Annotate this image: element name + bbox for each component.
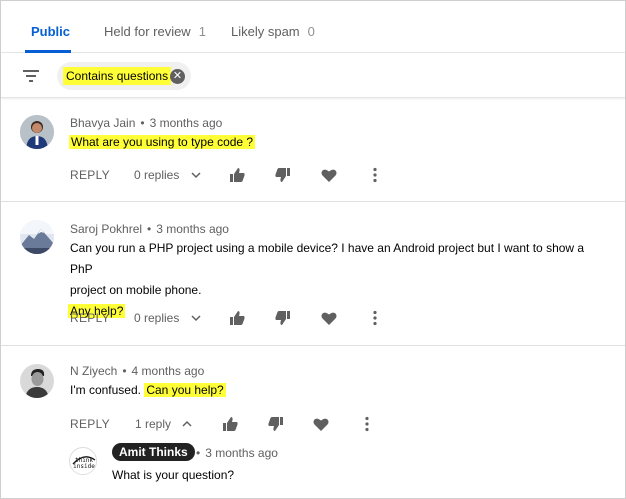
tab-spam-label: Likely spam — [231, 24, 300, 39]
replies-toggle[interactable]: 0 replies — [134, 311, 201, 325]
comments-panel: Public Held for review 1 Likely spam 0 Con… — [0, 0, 626, 499]
tab-likely-spam[interactable]: Likely spam 0 — [231, 1, 315, 53]
filter-icon[interactable] — [23, 69, 39, 83]
filter-bar: Contains questions ✕ — [1, 54, 625, 98]
tab-held-count: 1 — [198, 24, 206, 39]
svg-text:inside: inside — [73, 463, 95, 470]
avatar — [20, 364, 54, 398]
comment-actions: REPLY 0 replies — [70, 166, 390, 188]
replies-toggle[interactable]: 0 replies — [134, 168, 201, 182]
tab-held-label: Held for review — [104, 24, 191, 39]
filter-chip-label: Contains questions — [63, 67, 172, 85]
tab-public-label: Public — [31, 24, 71, 39]
comment-time[interactable]: 3 months ago — [156, 222, 229, 236]
avatar — [20, 220, 54, 254]
comment-text-line: project on mobile phone. — [70, 283, 202, 297]
comment-time[interactable]: 4 months ago — [132, 364, 205, 378]
like-icon[interactable] — [228, 309, 246, 327]
comment-time[interactable]: 3 months ago — [150, 116, 223, 130]
comment-text: What are you using to type code ? — [69, 132, 256, 153]
filter-chip[interactable]: Contains questions ✕ — [57, 62, 191, 90]
reply-text: What is your question? — [112, 468, 235, 482]
replies-count: 1 reply — [135, 417, 172, 431]
comment-meta: N Ziyech • 4 months ago — [70, 364, 205, 378]
replies-count: 0 replies — [134, 311, 180, 325]
reply-item: think inside Amit Thinks • 3 months ago W… — [1, 439, 625, 495]
reply-time[interactable]: 3 months ago — [205, 446, 278, 460]
active-tab-indicator — [25, 50, 71, 53]
comment-item: Saroj Pokhrel • 3 months ago Can you run a… — [1, 202, 625, 345]
comment-meta: Bhavya Jain • 3 months ago — [70, 116, 223, 130]
comment-text-highlight: Can you help? — [144, 383, 226, 397]
comment-author[interactable]: N Ziyech — [70, 364, 117, 378]
tab-held-for-review[interactable]: Held for review 1 — [104, 1, 206, 53]
close-circle-icon[interactable]: ✕ — [170, 69, 185, 84]
comment-text: I'm confused. Can you help? — [70, 380, 226, 401]
reply-button[interactable]: REPLY — [70, 168, 110, 182]
replies-count: 0 replies — [134, 168, 180, 182]
dislike-icon[interactable] — [267, 415, 285, 433]
chevron-down-icon — [191, 172, 201, 179]
more-options-icon[interactable] — [358, 415, 376, 433]
tab-bar: Public Held for review 1 Likely spam 0 — [1, 1, 625, 53]
heart-icon[interactable] — [320, 309, 338, 327]
tab-public[interactable]: Public — [31, 1, 70, 53]
avatar — [20, 115, 54, 149]
comment-meta: Saroj Pokhrel • 3 months ago — [70, 222, 229, 236]
comment-item: N Ziyech • 4 months ago I'm confused. Can … — [1, 346, 625, 498]
dislike-icon[interactable] — [274, 166, 292, 184]
reply-button[interactable]: REPLY — [70, 311, 110, 325]
comment-actions: REPLY 1 reply — [70, 415, 390, 437]
reply-meta: • 3 months ago — [196, 446, 278, 460]
dislike-icon[interactable] — [274, 309, 292, 327]
avatar: think inside — [69, 447, 97, 475]
tab-spam-count: 0 — [307, 24, 315, 39]
comment-text-plain: I'm confused. — [70, 383, 141, 397]
comment-text-highlight: What are you using to type code ? — [69, 135, 256, 149]
comment-author[interactable]: Saroj Pokhrel — [70, 222, 142, 236]
comment-text: Can you run a PHP project using a mobile… — [68, 238, 610, 322]
chevron-up-icon — [182, 420, 192, 427]
channel-author-badge[interactable]: Amit Thinks — [112, 443, 195, 461]
heart-icon[interactable] — [312, 415, 330, 433]
more-options-icon[interactable] — [366, 309, 384, 327]
chevron-down-icon — [191, 315, 201, 322]
heart-icon[interactable] — [320, 166, 338, 184]
replies-toggle[interactable]: 1 reply — [135, 417, 192, 431]
channel-logo: think inside — [71, 449, 96, 474]
comment-author[interactable]: Bhavya Jain — [70, 116, 135, 130]
more-options-icon[interactable] — [366, 166, 384, 184]
reply-button[interactable]: REPLY — [70, 417, 110, 431]
like-icon[interactable] — [228, 166, 246, 184]
comment-text-line: Can you run a PHP project using a mobile… — [70, 241, 585, 276]
comment-actions: REPLY 0 replies — [70, 309, 390, 331]
like-icon[interactable] — [221, 415, 239, 433]
comment-item: Bhavya Jain • 3 months ago What are you us… — [1, 99, 625, 201]
